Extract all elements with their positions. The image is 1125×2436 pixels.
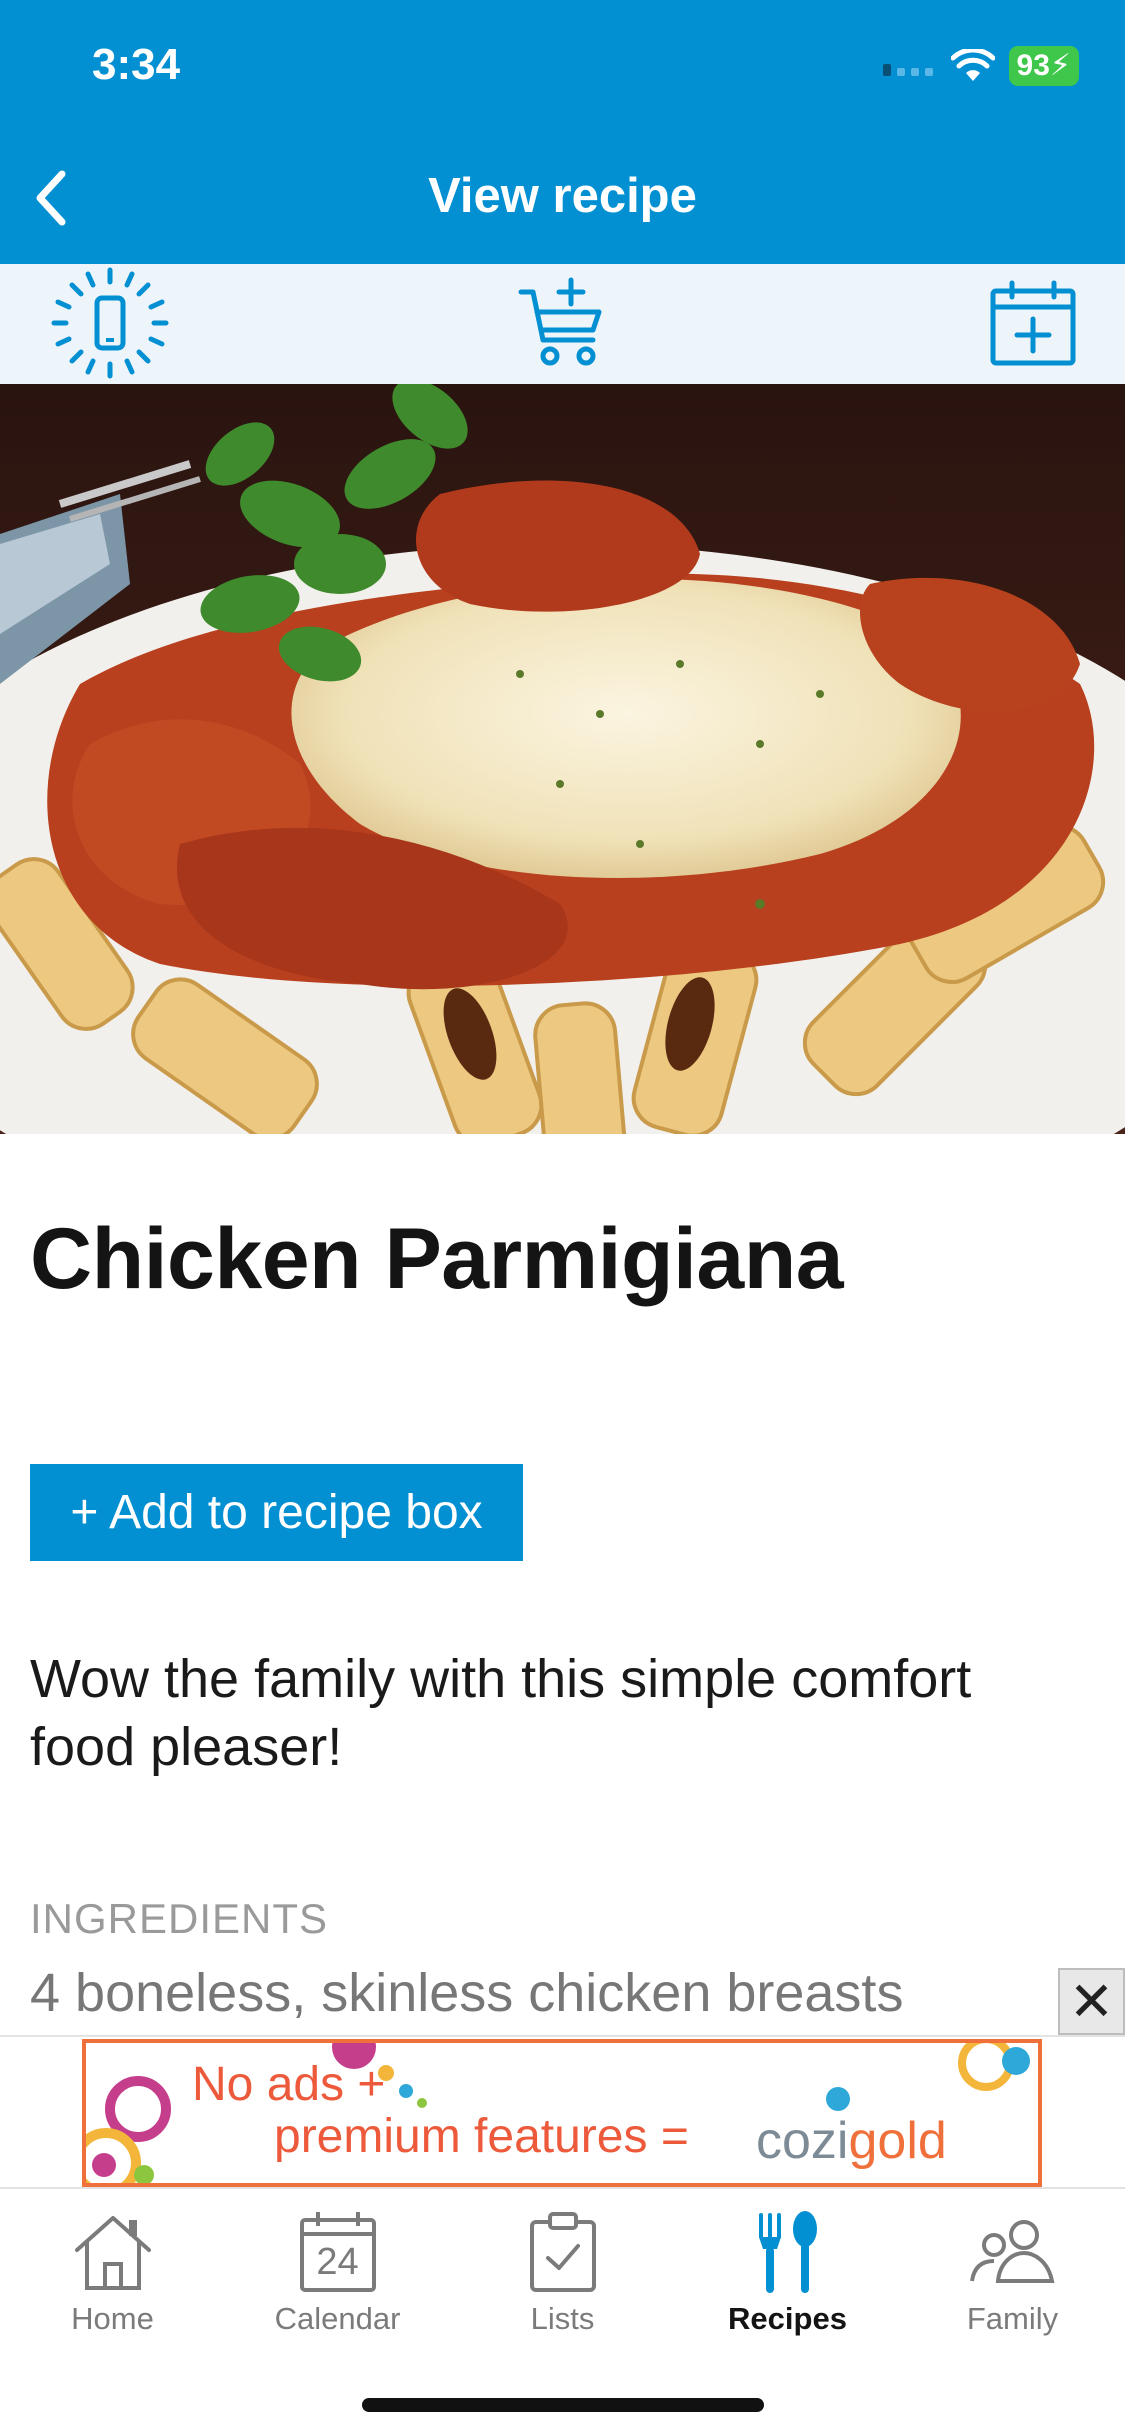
signal-icon — [882, 64, 933, 76]
add-to-cart-icon — [518, 277, 601, 366]
tab-home[interactable]: Home — [0, 2207, 225, 2347]
status-time: 3:34 — [92, 40, 181, 89]
add-to-calendar-button[interactable] — [970, 264, 1095, 384]
tab-label: Lists — [530, 2301, 595, 2336]
add-to-calendar-icon — [990, 280, 1075, 366]
tab-label: Family — [966, 2301, 1059, 2336]
tab-calendar[interactable]: 24 Calendar — [225, 2207, 450, 2347]
tab-label: Calendar — [274, 2301, 401, 2336]
add-to-recipe-box-button[interactable]: + Add to recipe box — [30, 1464, 523, 1561]
keep-screen-awake-button[interactable] — [40, 264, 180, 384]
page-title: View recipe — [428, 169, 697, 223]
recipe-photo — [0, 384, 1125, 1134]
recipe-toolbar — [0, 264, 1125, 384]
ad-text-line1: No ads + — [192, 2058, 386, 2111]
clipboard-check-icon — [529, 2212, 596, 2292]
tab-recipes[interactable]: Recipes — [675, 2207, 900, 2347]
tab-label: Recipes — [728, 2301, 847, 2336]
fork-spoon-icon — [758, 2211, 817, 2293]
ad-banner[interactable]: No ads + premium features = cozigold — [82, 2039, 1042, 2187]
screen-awake-icon — [51, 267, 169, 379]
ad-brand-logo: cozigold — [756, 2112, 947, 2170]
ingredient-item: 4 boneless, skinless chicken breasts — [30, 1963, 904, 2023]
ad-text-line2: premium features = — [274, 2110, 689, 2163]
family-icon — [969, 2220, 1054, 2283]
home-icon — [74, 2216, 151, 2290]
tab-lists[interactable]: Lists — [450, 2207, 675, 2347]
wifi-icon — [950, 49, 995, 81]
status-icons: 93⚡ — [881, 46, 1079, 86]
calendar-day-number: 24 — [316, 2241, 359, 2283]
ad-close-button[interactable]: ✕ — [1058, 1968, 1125, 2035]
tab-family[interactable]: Family — [900, 2207, 1125, 2347]
recipe-title: Chicken Parmigiana — [30, 1211, 844, 1307]
ingredients-heading: INGREDIENTS — [30, 1895, 329, 1942]
home-indicator[interactable] — [362, 2398, 764, 2412]
add-to-shopping-list-button[interactable] — [500, 264, 625, 384]
recipe-description: Wow the family with this simple comfort … — [30, 1649, 972, 1777]
tab-label: Home — [71, 2301, 154, 2336]
battery-indicator: 93⚡ — [1008, 46, 1079, 86]
app-header: 3:34 93⚡ View recipe — [0, 0, 1125, 264]
